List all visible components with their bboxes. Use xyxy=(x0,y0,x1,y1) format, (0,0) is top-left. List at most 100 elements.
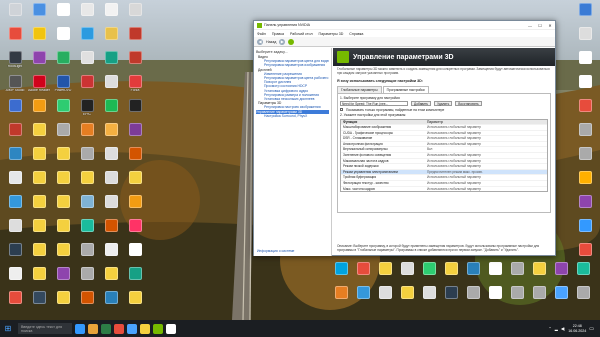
setting-cell[interactable]: Использовать глобальный параметр xyxy=(425,125,547,130)
table-row[interactable]: Фильтрация текстур - качество Использоват… xyxy=(341,180,547,186)
taskbar-app-icon[interactable] xyxy=(140,323,150,334)
tab-global-settings[interactable]: Глобальные параметры xyxy=(337,85,382,93)
desktop-icon[interactable] xyxy=(124,171,146,197)
setting-cell[interactable]: Использовать глобальный параметр xyxy=(425,164,547,169)
desktop-icon[interactable] xyxy=(100,195,122,221)
table-row[interactable]: Режим управления электропитанием Предпочт… xyxy=(341,168,547,175)
desktop-icon[interactable] xyxy=(28,27,50,53)
desktop-icon[interactable]: Adobe Reader xyxy=(28,75,50,101)
taskbar-app-icon[interactable] xyxy=(101,323,111,334)
desktop-icon[interactable] xyxy=(52,51,74,77)
desktop-icon[interactable] xyxy=(484,286,506,312)
desktop-icon[interactable] xyxy=(574,3,596,29)
desktop-icon[interactable] xyxy=(4,123,26,149)
desktop-icon[interactable] xyxy=(28,267,50,293)
system-info-link[interactable]: Информация о системе xyxy=(257,249,294,253)
desktop-icon[interactable] xyxy=(76,147,98,173)
desktop-icon[interactable]: AIMP Studio xyxy=(4,75,26,101)
setting-cell[interactable]: Использовать глобальный параметр xyxy=(425,136,547,141)
desktop-icon[interactable] xyxy=(52,171,74,197)
taskbar-app-icon[interactable] xyxy=(166,323,176,334)
desktop-icon[interactable] xyxy=(100,27,122,53)
desktop-icon[interactable]: PowerDVD xyxy=(52,75,74,101)
desktop-icon[interactable] xyxy=(374,286,396,312)
desktop-icon[interactable] xyxy=(440,286,462,312)
desktop-icon[interactable] xyxy=(124,195,146,221)
desktop-icon[interactable] xyxy=(574,147,596,173)
desktop-icon[interactable] xyxy=(76,219,98,245)
desktop-icon[interactable] xyxy=(124,99,146,125)
desktop-icon[interactable] xyxy=(52,147,74,173)
desktop-icon[interactable] xyxy=(76,195,98,221)
desktop-icon[interactable] xyxy=(574,27,596,53)
desktop-icon[interactable] xyxy=(574,75,596,101)
desktop-icon[interactable] xyxy=(76,267,98,293)
back-button[interactable]: ◀ xyxy=(257,38,263,45)
tray-up-arrow-icon[interactable]: ⌃ xyxy=(548,326,551,331)
desktop-icon[interactable] xyxy=(28,147,50,173)
table-row[interactable]: Вертикальный синхроимпульс Вкл xyxy=(341,146,547,152)
desktop-icon[interactable] xyxy=(462,262,484,288)
desktop-icon[interactable] xyxy=(28,291,50,317)
desktop-icon[interactable] xyxy=(100,267,122,293)
setting-cell[interactable]: Использовать глобальный параметр xyxy=(425,181,547,186)
desktop-icon[interactable] xyxy=(506,262,528,288)
desktop-icon[interactable] xyxy=(124,267,146,293)
setting-cell[interactable]: Использовать глобальный параметр xyxy=(425,153,547,158)
desktop-icon[interactable] xyxy=(528,286,550,312)
desktop-icon[interactable] xyxy=(4,243,26,269)
desktop-icon[interactable] xyxy=(100,51,122,77)
desktop-icon[interactable] xyxy=(52,123,74,149)
setting-cell[interactable]: Предпочтителен режим макс. произв. xyxy=(425,170,547,175)
desktop-icon[interactable] xyxy=(28,3,50,29)
desktop-icon[interactable] xyxy=(76,27,98,53)
back-label[interactable]: Назад xyxy=(266,40,276,44)
desktop-icon[interactable] xyxy=(418,286,440,312)
program-select[interactable]: Need for Speed: The Run (nee... xyxy=(340,101,408,107)
menu-file[interactable]: Файл xyxy=(257,32,266,36)
desktop-icon[interactable] xyxy=(124,51,146,77)
home-icon[interactable] xyxy=(288,38,295,45)
setting-cell[interactable]: Использовать глобальный параметр xyxy=(425,175,547,180)
desktop-icon[interactable] xyxy=(528,262,550,288)
desktop-icon[interactable] xyxy=(52,99,74,125)
setting-cell[interactable]: Использовать глобальный параметр xyxy=(425,131,547,136)
desktop-icon[interactable] xyxy=(352,286,374,312)
desktop-icon[interactable] xyxy=(4,267,26,293)
desktop-icon[interactable] xyxy=(574,219,596,245)
desktop-icon[interactable] xyxy=(4,27,26,53)
show-only-checkbox[interactable] xyxy=(340,108,343,112)
tree-link[interactable]: Регулировка параметров изображения xyxy=(256,63,329,67)
desktop-icon[interactable] xyxy=(52,291,74,317)
table-row[interactable]: Режим низкой задержки Использовать глобал… xyxy=(341,163,547,169)
taskbar-search[interactable]: Введите здесь текст для поиска xyxy=(18,323,72,334)
setting-cell[interactable]: Использовать глобальный параметр xyxy=(425,159,547,164)
desktop-icon[interactable] xyxy=(574,171,596,197)
menu-edit[interactable]: Правка xyxy=(272,32,284,36)
desktop-icon[interactable] xyxy=(100,75,122,101)
notifications-icon[interactable]: ▭ xyxy=(589,326,594,332)
desktop-icon[interactable]: RootLight xyxy=(4,51,26,77)
desktop-icon[interactable] xyxy=(124,243,146,269)
setting-cell[interactable]: Использовать глобальный параметр xyxy=(425,187,547,192)
desktop-icon[interactable] xyxy=(100,219,122,245)
desktop-icon[interactable] xyxy=(574,99,596,125)
desktop-icon[interactable] xyxy=(124,291,146,317)
table-row[interactable]: DSR - Сглаживание Использовать глобальный… xyxy=(341,135,547,141)
desktop-icon[interactable] xyxy=(574,195,596,221)
desktop-icon[interactable]: Forza xyxy=(124,75,146,101)
desktop-icon[interactable] xyxy=(100,291,122,317)
menu-3d-settings[interactable]: Параметры 3D xyxy=(319,32,344,36)
desktop-icon[interactable] xyxy=(574,51,596,77)
desktop-icon[interactable] xyxy=(124,123,146,149)
forward-button[interactable]: ▶ xyxy=(279,38,286,45)
desktop-icon[interactable]: EPIC xyxy=(76,99,98,125)
maximize-button[interactable]: ☐ xyxy=(535,23,545,28)
table-row[interactable]: Масштабирование изображения Использовать … xyxy=(341,124,547,130)
desktop-icon[interactable] xyxy=(550,286,572,312)
tab-program-settings[interactable]: Программные настройки xyxy=(382,85,429,93)
desktop-icon[interactable] xyxy=(330,262,352,288)
taskbar-app-icon[interactable] xyxy=(153,323,163,334)
desktop-icon[interactable] xyxy=(28,171,50,197)
desktop-icon[interactable] xyxy=(550,262,572,288)
